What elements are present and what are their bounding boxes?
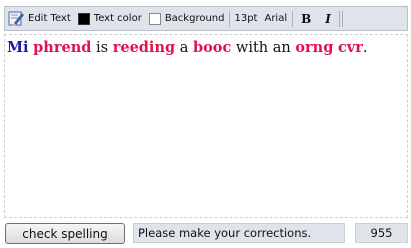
font-family-value: Arial [264, 13, 288, 24]
misspelled-word[interactable]: reeding [113, 39, 175, 56]
editor-text: with an [231, 40, 296, 56]
font-size-value: 13pt [234, 13, 258, 24]
italic-button[interactable]: I [318, 7, 338, 30]
highlighted-word: Mi [7, 39, 29, 56]
editor-text: . [362, 40, 368, 56]
toolbar-divider [292, 10, 294, 27]
background-color-swatch [148, 12, 161, 25]
misspelled-word[interactable]: orng [295, 39, 333, 56]
toolbar-divider [338, 10, 340, 27]
editor-text: is [91, 40, 113, 56]
toolbar-divider [341, 10, 343, 27]
edit-pencil-icon [8, 11, 24, 26]
edit-text-button[interactable]: Edit Text [5, 7, 75, 30]
editor-toolbar: Edit Text Text color Background 13pt Ari… [4, 6, 408, 31]
character-counter: 955 [355, 223, 408, 243]
check-spelling-button[interactable]: check spelling [5, 223, 125, 244]
text-color-swatch [77, 12, 90, 25]
edit-text-label: Edit Text [28, 13, 71, 24]
font-family-select[interactable]: Arial [261, 7, 291, 30]
background-color-button[interactable]: Background [146, 7, 229, 30]
font-size-select[interactable]: 13pt [231, 7, 261, 30]
bold-button[interactable]: B [294, 7, 318, 30]
text-color-button[interactable]: Text color [75, 7, 146, 30]
misspelled-word[interactable]: cvr [338, 39, 363, 56]
editor-text: a [175, 40, 193, 56]
toolbar-divider [229, 10, 231, 27]
status-message: Please make your corrections. [133, 223, 345, 243]
text-editor-area[interactable]: Mi phrend is reeding a booc with an orng… [4, 34, 408, 218]
background-label: Background [164, 13, 225, 24]
text-color-label: Text color [93, 13, 142, 24]
misspelled-word[interactable]: phrend [33, 39, 91, 56]
misspelled-word[interactable]: booc [193, 39, 231, 56]
